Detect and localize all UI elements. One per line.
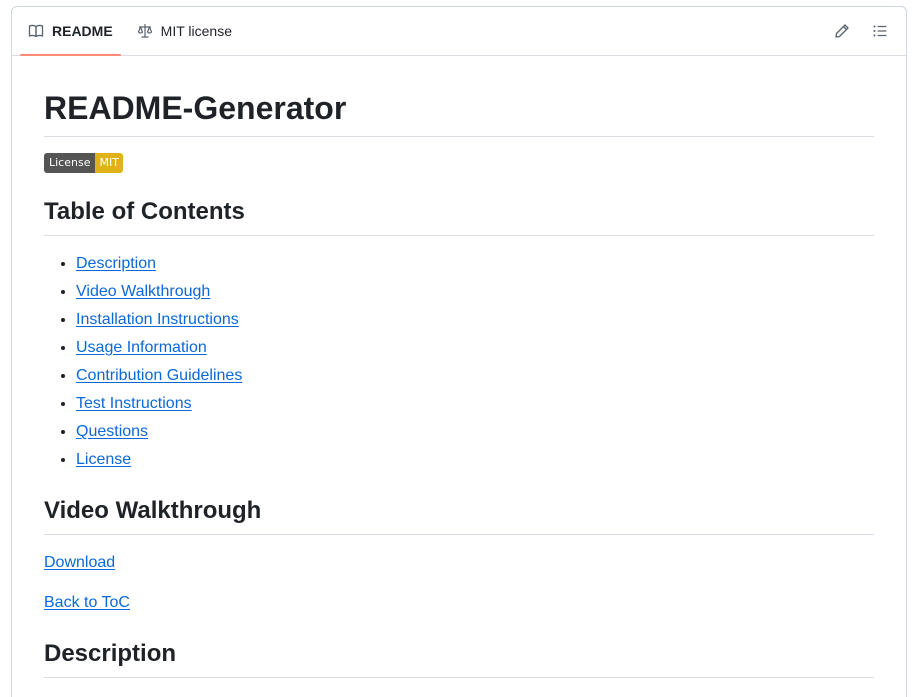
- readme-panel: README MIT license README-Generator Lice…: [11, 6, 907, 697]
- toc-link-description[interactable]: Description: [76, 255, 156, 272]
- edit-button[interactable]: [826, 15, 858, 47]
- outline-button[interactable]: [864, 15, 896, 47]
- download-link[interactable]: Download: [44, 554, 115, 571]
- toc-link-installation[interactable]: Installation Instructions: [76, 311, 239, 328]
- toc-heading: Table of Contents: [44, 197, 874, 236]
- toc-link-questions[interactable]: Questions: [76, 423, 148, 440]
- toc-list: Description Video Walkthrough Installati…: [44, 252, 874, 472]
- video-walkthrough-heading: Video Walkthrough: [44, 496, 874, 535]
- book-icon: [28, 23, 44, 39]
- pencil-icon: [834, 23, 850, 39]
- readme-tab-bar: README MIT license: [12, 7, 906, 56]
- back-to-toc-link[interactable]: Back to ToC: [44, 594, 130, 611]
- license-badge-label: License: [44, 153, 96, 173]
- list-item: Questions: [76, 420, 874, 444]
- license-badge[interactable]: License MIT: [44, 153, 123, 173]
- toc-link-usage[interactable]: Usage Information: [76, 339, 207, 356]
- download-paragraph: Download: [44, 551, 874, 575]
- license-badge-value: MIT: [95, 153, 123, 173]
- list-unordered-icon: [872, 23, 888, 39]
- law-scale-icon: [137, 23, 153, 39]
- back-to-toc-paragraph: Back to ToC: [44, 591, 874, 615]
- toc-link-test[interactable]: Test Instructions: [76, 395, 192, 412]
- tab-readme-label: README: [52, 23, 113, 39]
- description-heading: Description: [44, 639, 874, 678]
- readme-title: README-Generator: [44, 88, 874, 137]
- list-item: Usage Information: [76, 336, 874, 360]
- tab-actions: [826, 7, 906, 55]
- list-item: Contribution Guidelines: [76, 364, 874, 388]
- list-item: License: [76, 448, 874, 472]
- tab-license-label: MIT license: [160, 23, 232, 39]
- toc-link-license[interactable]: License: [76, 451, 131, 468]
- list-item: Installation Instructions: [76, 308, 874, 332]
- tab-license[interactable]: MIT license: [129, 7, 240, 55]
- toc-link-video-walkthrough[interactable]: Video Walkthrough: [76, 283, 210, 300]
- list-item: Description: [76, 252, 874, 276]
- list-item: Test Instructions: [76, 392, 874, 416]
- readme-content: README-Generator License MIT Table of Co…: [12, 56, 906, 678]
- tab-readme[interactable]: README: [20, 7, 121, 56]
- toc-link-contribution[interactable]: Contribution Guidelines: [76, 367, 242, 384]
- list-item: Video Walkthrough: [76, 280, 874, 304]
